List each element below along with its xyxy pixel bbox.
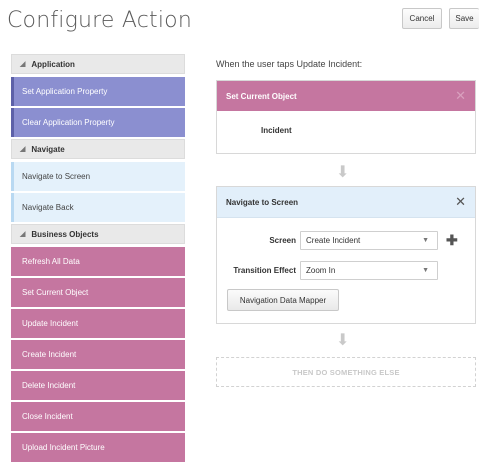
group-header-application[interactable]: ◢ Application: [11, 54, 185, 74]
step-card-title: Navigate to Screen: [226, 197, 299, 207]
step-card-header: Navigate to Screen ✕: [217, 187, 475, 218]
collapse-triangle-icon: ◢: [20, 231, 26, 238]
drop-zone-next-action[interactable]: THEN DO SOMETHING ELSE: [216, 357, 476, 387]
collapse-triangle-icon: ◢: [20, 61, 26, 68]
transition-select-value: Zoom In: [306, 266, 336, 275]
arrow-down-icon: ⬇: [336, 332, 350, 349]
group-header-business-objects[interactable]: ◢ Business Objects: [11, 224, 185, 244]
collapse-triangle-icon: ◢: [20, 146, 26, 153]
palette-item-create-incident[interactable]: Create Incident: [11, 340, 185, 369]
transition-effect-label: Transition Effect: [233, 266, 296, 275]
palette-item-set-application-property[interactable]: Set Application Property: [11, 77, 185, 106]
step-card-title: Set Current Object: [226, 91, 297, 101]
group-label: Application: [31, 59, 75, 69]
screen-label: Screen: [269, 236, 296, 245]
screen-select-value: Create Incident: [306, 236, 361, 245]
transition-effect-select[interactable]: Zoom In ▼: [300, 261, 438, 280]
step-card-navigate-to-screen[interactable]: Navigate to Screen ✕ Screen Create Incid…: [216, 186, 476, 324]
arrow-down-icon: ⬇: [336, 164, 350, 181]
palette-item-navigate-back[interactable]: Navigate Back: [11, 193, 185, 222]
group-header-navigate[interactable]: ◢ Navigate: [11, 139, 185, 159]
screen-field-row: Screen Create Incident ▼ ✚: [217, 231, 458, 250]
cancel-button[interactable]: Cancel: [402, 8, 442, 29]
step-card-value: Incident: [261, 126, 292, 135]
palette-item-delete-incident[interactable]: Delete Incident: [11, 371, 185, 400]
transition-field-row: Transition Effect Zoom In ▼: [217, 261, 438, 280]
palette-item-update-incident[interactable]: Update Incident: [11, 309, 185, 338]
palette-item-close-incident[interactable]: Close Incident: [11, 402, 185, 431]
screen-select[interactable]: Create Incident ▼: [300, 231, 438, 250]
action-canvas: When the user taps Update Incident:: [216, 54, 476, 69]
group-label: Navigate: [31, 144, 65, 154]
add-icon[interactable]: ✚: [446, 232, 458, 249]
action-palette: ◢ Application Set Application Property C…: [11, 54, 185, 464]
palette-item-refresh-all-data[interactable]: Refresh All Data: [11, 247, 185, 276]
save-button[interactable]: Save: [449, 8, 479, 29]
palette-item-set-current-object[interactable]: Set Current Object: [11, 278, 185, 307]
palette-item-upload-incident-picture[interactable]: Upload Incident Picture: [11, 433, 185, 462]
navigation-data-mapper-button[interactable]: Navigation Data Mapper: [227, 289, 339, 311]
palette-item-clear-application-property[interactable]: Clear Application Property: [11, 108, 185, 137]
page-title: Configure Action: [7, 8, 192, 33]
trigger-description: When the user taps Update Incident:: [216, 59, 363, 69]
step-card-header: Set Current Object ✕: [217, 81, 475, 111]
close-icon[interactable]: ✕: [455, 88, 466, 104]
step-card-set-current-object[interactable]: Set Current Object ✕ Incident: [216, 80, 476, 154]
chevron-down-icon: ▼: [422, 267, 429, 274]
palette-item-navigate-to-screen[interactable]: Navigate to Screen: [11, 162, 185, 191]
group-label: Business Objects: [31, 229, 99, 239]
close-icon[interactable]: ✕: [455, 194, 466, 210]
chevron-down-icon: ▼: [422, 237, 429, 244]
